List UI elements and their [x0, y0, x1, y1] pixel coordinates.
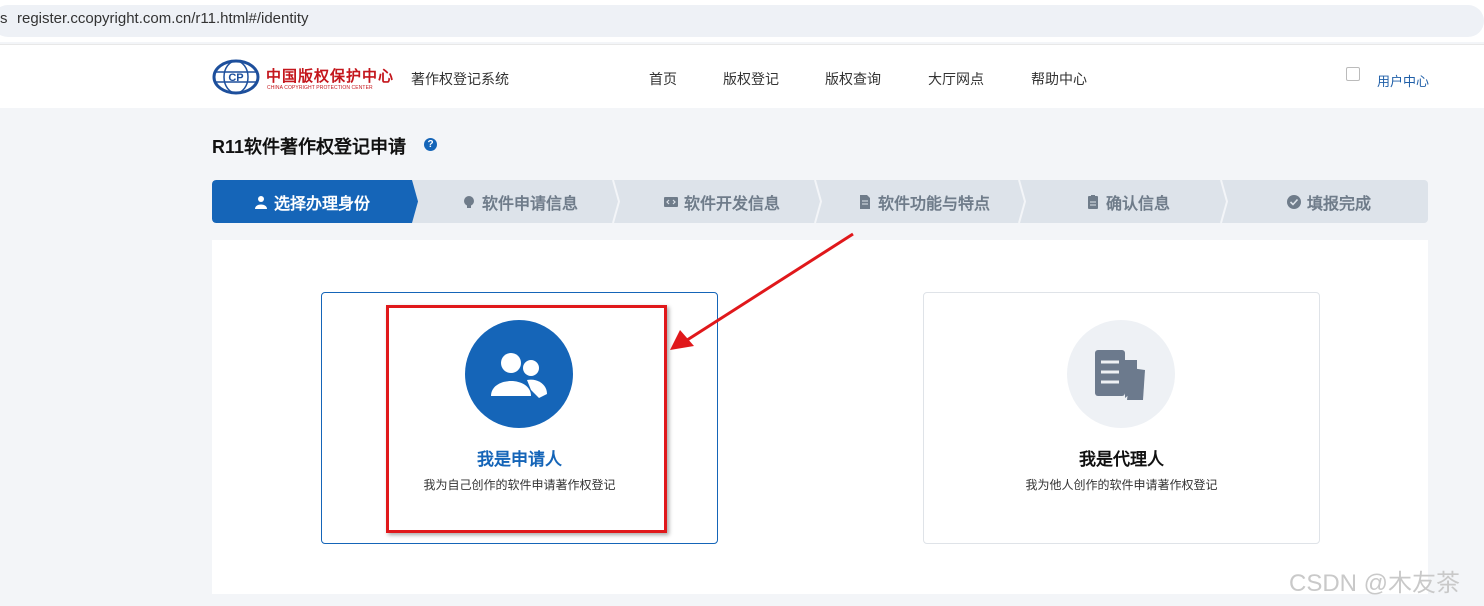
logo-english-text: CHINA COPYRIGHT PROTECTION CENTER: [267, 85, 373, 91]
help-icon[interactable]: ?: [424, 138, 437, 151]
nav-help-center[interactable]: 帮助中心: [1031, 69, 1087, 89]
user-icon: [254, 195, 267, 209]
step-label: 软件申请信息: [481, 195, 578, 213]
clipboard-icon: [1087, 194, 1098, 209]
bulb-icon: [463, 195, 474, 208]
watermark-text: CSDN @木友茶: [1289, 570, 1461, 597]
page-title: R11软件著作权登记申请: [212, 137, 407, 157]
agent-icon-circle: [1067, 320, 1175, 428]
annotation-arrow: [670, 232, 854, 350]
step-select-identity[interactable]: 选择办理身份: [212, 180, 412, 223]
progress-steps: 选择办理身份 软件申请信息 软件开发信息 软件功能与特点 确认信息 填报完成: [212, 180, 1428, 223]
system-name: 著作权登记系统: [411, 71, 509, 87]
user-avatar-broken-image[interactable]: [1346, 67, 1360, 81]
annotation-highlight-box: [386, 305, 667, 533]
logo-chinese-text: 中国版权保护中心: [266, 67, 395, 85]
step-label: 填报完成: [1306, 195, 1371, 213]
step-completed[interactable]: 填报完成: [1230, 180, 1428, 223]
nav-copyright-query[interactable]: 版权查询: [825, 69, 881, 89]
url-prefix-fragment: s: [0, 10, 8, 27]
code-icon: [663, 196, 678, 207]
step-label: 确认信息: [1105, 195, 1170, 213]
step-label: 软件开发信息: [683, 195, 780, 213]
document-icon: [859, 194, 870, 209]
nav-home[interactable]: 首页: [649, 69, 677, 89]
step-software-development-info[interactable]: 软件开发信息: [622, 180, 822, 223]
papers-icon: [1095, 350, 1145, 400]
option-agent-card[interactable]: 我是代理人 我为他人创作的软件申请著作权登记: [923, 292, 1320, 544]
svg-text:CP: CP: [228, 72, 243, 84]
check-circle-icon: [1286, 194, 1301, 209]
step-label: 软件功能与特点: [877, 195, 990, 213]
step-label: 选择办理身份: [273, 195, 370, 213]
site-header: CP 中国版权保护中心 CHINA COPYRIGHT PROTECTION C…: [0, 44, 1484, 108]
nav-copyright-registration[interactable]: 版权登记: [723, 69, 779, 89]
browser-address-bar: s register.ccopyright.com.cn/r11.html#/i…: [0, 0, 1484, 42]
step-software-features[interactable]: 软件功能与特点: [824, 180, 1024, 223]
agent-description: 我为他人创作的软件申请著作权登记: [1025, 478, 1218, 492]
user-center-link[interactable]: 用户中心: [1377, 71, 1429, 90]
step-software-application-info[interactable]: 软件申请信息: [420, 180, 620, 223]
copyright-center-logo[interactable]: CP: [212, 59, 260, 95]
agent-title: 我是代理人: [1079, 450, 1164, 469]
step-confirm-info[interactable]: 确认信息: [1028, 180, 1228, 223]
url-text[interactable]: register.ccopyright.com.cn/r11.html#/ide…: [17, 10, 309, 27]
nav-service-halls[interactable]: 大厅网点: [928, 69, 984, 89]
